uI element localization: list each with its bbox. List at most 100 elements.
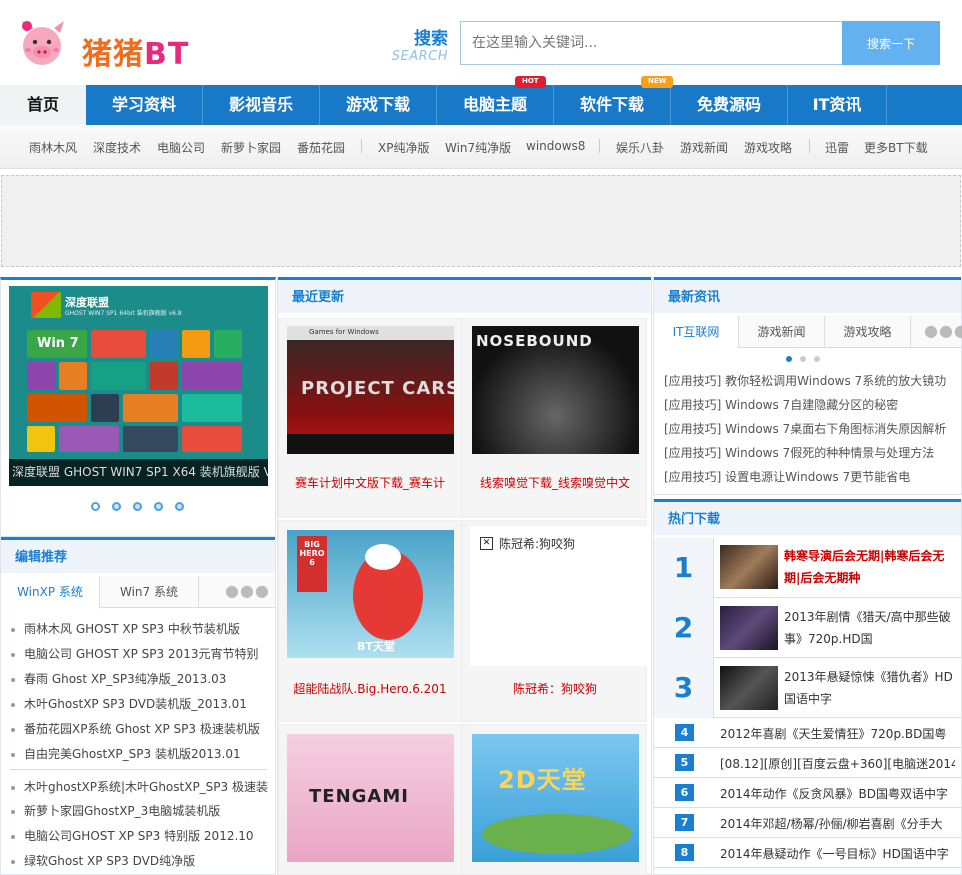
slider-dot[interactable]	[154, 502, 163, 511]
ad-placeholder	[1, 175, 961, 267]
slider-caption[interactable]: 深度联盟 GHOST WIN7 SP1 X64 装机旗舰版 V	[9, 459, 268, 486]
game-image-title: 2D天堂	[498, 766, 587, 794]
site-logo[interactable]: 猪猪BT	[14, 12, 194, 74]
news-item[interactable]: [应用技巧] Windows 7桌面右下角图标消失原因解析	[664, 420, 954, 437]
subnav-link[interactable]: 娱乐八卦	[616, 139, 664, 156]
hot-badge: HOT	[515, 76, 546, 88]
subnav-link[interactable]: 番茄花园	[297, 139, 345, 156]
list-item[interactable]: 雨林木风 GHOST XP SP3 中秋节装机版	[11, 620, 266, 637]
game-caption[interactable]: 陈冠希：狗咬狗	[466, 680, 644, 697]
rank-thumbnail[interactable]	[720, 666, 778, 710]
tab-it-internet[interactable]: IT互联网	[654, 316, 739, 349]
tab-winxp[interactable]: WinXP 系统	[1, 576, 100, 609]
slider-dot[interactable]	[175, 502, 184, 511]
nav-item-home[interactable]: 首页	[0, 85, 86, 125]
subnav-link[interactable]: 电脑公司	[157, 139, 205, 156]
search-button[interactable]: 搜索一下	[842, 21, 940, 65]
main-nav: 首页 学习资料 影视音乐 游戏下载 电脑主题 HOT 软件下载 NEW 免费源码…	[0, 76, 962, 125]
featured-slider-image[interactable]: 深度联盟 GHOST WIN7 SP1 64bit 装机旗舰版 v6.8 Win…	[9, 286, 268, 486]
game-image[interactable]: NOSEBOUND	[472, 326, 639, 454]
tab-game-guides[interactable]: 游戏攻略	[825, 316, 911, 348]
nav-item-themes[interactable]: 电脑主题 HOT	[437, 76, 554, 125]
game-image[interactable]: TENGAMI	[287, 734, 454, 862]
nav-item-it-news[interactable]: IT资讯	[788, 85, 887, 125]
rank-row[interactable]: 8 2014年悬疑动作《一号目标》HD国语中字	[654, 838, 961, 868]
rank-row[interactable]: 7 2014年邓超/杨幂/孙俪/柳岩喜剧《分手大	[654, 808, 961, 838]
rank-number: 4	[675, 724, 694, 741]
tab-game-news[interactable]: 游戏新闻	[739, 316, 825, 348]
game-image[interactable]: BIG HERO 6 BT天堂	[287, 530, 454, 658]
news-dot[interactable]	[814, 356, 820, 362]
rank-title[interactable]: 2013年剧情《猎天/高中那些破事》720p.HD国	[784, 606, 954, 650]
subnav-divider	[809, 139, 810, 153]
nav-item-movies-music[interactable]: 影视音乐	[203, 85, 320, 125]
news-item[interactable]: [应用技巧] Windows 7自建隐藏分区的秘密	[664, 396, 954, 413]
list-item[interactable]: 电脑公司GHOST XP SP3 特别版 2012.10	[11, 827, 266, 844]
rank-row[interactable]: 6 2014年动作《反贪风暴》BD国粤双语中字	[654, 778, 961, 808]
subnav-divider	[599, 139, 600, 153]
game-image[interactable]: 2D天堂	[472, 734, 639, 862]
rank-number: 1	[654, 538, 714, 598]
game-image[interactable]: Games for Windows PROJECT CARS	[287, 326, 454, 454]
nav-item-software[interactable]: 软件下载 NEW	[554, 76, 674, 125]
rank-row[interactable]: 4 2012年喜剧《天生爱情狂》720p.BD国粤	[654, 718, 961, 748]
rank-row[interactable]: 3 2013年悬疑惊悚《猎仇者》HD国语中字	[654, 658, 961, 718]
subnav-link[interactable]: 游戏新闻	[680, 139, 728, 156]
rank-row[interactable]: 1 韩寒导演后会无期|韩寒后会无期|后会无期种	[654, 538, 961, 598]
site-header: 猪猪BT 搜索 SEARCH 搜索一下	[0, 0, 962, 86]
sub-nav: 雨林木风 深度技术 电脑公司 新萝卜家园 番茄花园 XP纯净版 Win7纯净版 …	[0, 125, 962, 169]
list-item[interactable]: 电脑公司 GHOST XP SP3 2013元宵节特别	[11, 645, 266, 662]
rank-title[interactable]: [08.12][原创][百度云盘+360][电脑迷2014	[720, 755, 955, 772]
nav-item-study[interactable]: 学习资料	[86, 85, 203, 125]
rank-title[interactable]: 2014年邓超/杨幂/孙俪/柳岩喜剧《分手大	[720, 815, 955, 832]
slider-dot[interactable]	[133, 502, 142, 511]
news-item[interactable]: [应用技巧] 设置电源让Windows 7更节能省电	[664, 468, 954, 485]
list-item[interactable]: 木叶ghostXP系统|木叶GhostXP_SP3 极速装	[11, 778, 269, 795]
rank-number: 5	[675, 754, 694, 771]
game-caption[interactable]: 赛车计划中文版下载_赛车计	[281, 474, 459, 491]
news-dot[interactable]	[800, 356, 806, 362]
list-item[interactable]: 春雨 Ghost XP_SP3纯净版_2013.03	[11, 670, 266, 687]
list-item[interactable]: 新萝卜家园GhostXP_3电脑城装机版	[11, 802, 266, 819]
slider-dot[interactable]	[112, 502, 121, 511]
nav-item-games[interactable]: 游戏下载	[320, 85, 437, 125]
slider-dot[interactable]	[91, 502, 100, 511]
news-dot[interactable]	[786, 356, 792, 362]
slider-win7-label: Win 7	[37, 336, 79, 351]
subnav-link[interactable]: 迅雷	[825, 139, 849, 156]
windows-logo-icon	[31, 292, 61, 318]
subnav-link[interactable]: 新萝卜家园	[221, 139, 281, 156]
nav-item-source[interactable]: 免费源码	[671, 85, 788, 125]
subnav-link[interactable]: 深度技术	[93, 139, 141, 156]
list-item[interactable]: 木叶GhostXP SP3 DVD装机版_2013.01	[11, 695, 266, 712]
game-caption[interactable]: 线索嗅觉下载_线索嗅觉中文	[466, 474, 644, 491]
rank-thumbnail[interactable]	[720, 606, 778, 650]
rank-title[interactable]: 2014年悬疑动作《一号目标》HD国语中字	[720, 845, 955, 862]
rank-row[interactable]: 2 2013年剧情《猎天/高中那些破事》720p.HD国	[654, 598, 961, 658]
hot-panel-title: 热门下载	[654, 499, 961, 535]
subnav-link[interactable]: 游戏攻略	[744, 139, 792, 156]
subnav-link[interactable]: 雨林木风	[29, 139, 77, 156]
search-input[interactable]	[460, 21, 844, 65]
subnav-link[interactable]: 更多BT下载	[864, 139, 928, 156]
list-item[interactable]: 自由完美GhostXP_SP3 装机版2013.01	[11, 745, 266, 762]
more-icon[interactable]: ●●●	[225, 581, 270, 600]
rank-title[interactable]: 2013年悬疑惊悚《猎仇者》HD国语中字	[784, 666, 954, 710]
list-item[interactable]: 绿软Ghost XP SP3 DVD纯净版	[11, 852, 266, 869]
game-caption[interactable]: 超能陆战队.Big.Hero.6.201	[281, 680, 459, 697]
rank-title[interactable]: 韩寒导演后会无期|韩寒后会无期|后会无期种	[784, 545, 954, 589]
rank-title[interactable]: 2012年喜剧《天生爱情狂》720p.BD国粤	[720, 725, 955, 742]
rank-row[interactable]: 5 [08.12][原创][百度云盘+360][电脑迷2014	[654, 748, 961, 778]
news-item[interactable]: [应用技巧] Windows 7假死的种种情景与处理方法	[664, 444, 954, 461]
more-icon[interactable]: ●●●	[924, 321, 962, 340]
rank-thumbnail[interactable]	[720, 545, 778, 589]
game-image-title: PROJECT CARS	[301, 378, 454, 399]
subnav-link[interactable]: XP纯净版	[378, 139, 429, 156]
news-item[interactable]: [应用技巧] 教你轻松调用Windows 7系统的放大镜功	[664, 372, 954, 389]
list-item[interactable]: 番茄花园XP系统 Ghost XP SP3 极速装机版	[11, 720, 266, 737]
rank-number: 7	[675, 814, 694, 831]
rank-title[interactable]: 2014年动作《反贪风暴》BD国粤双语中字	[720, 785, 955, 802]
subnav-link[interactable]: Win7纯净版	[445, 139, 511, 156]
tab-win7[interactable]: Win7 系统	[100, 576, 199, 608]
subnav-link[interactable]: windows8	[526, 139, 585, 153]
